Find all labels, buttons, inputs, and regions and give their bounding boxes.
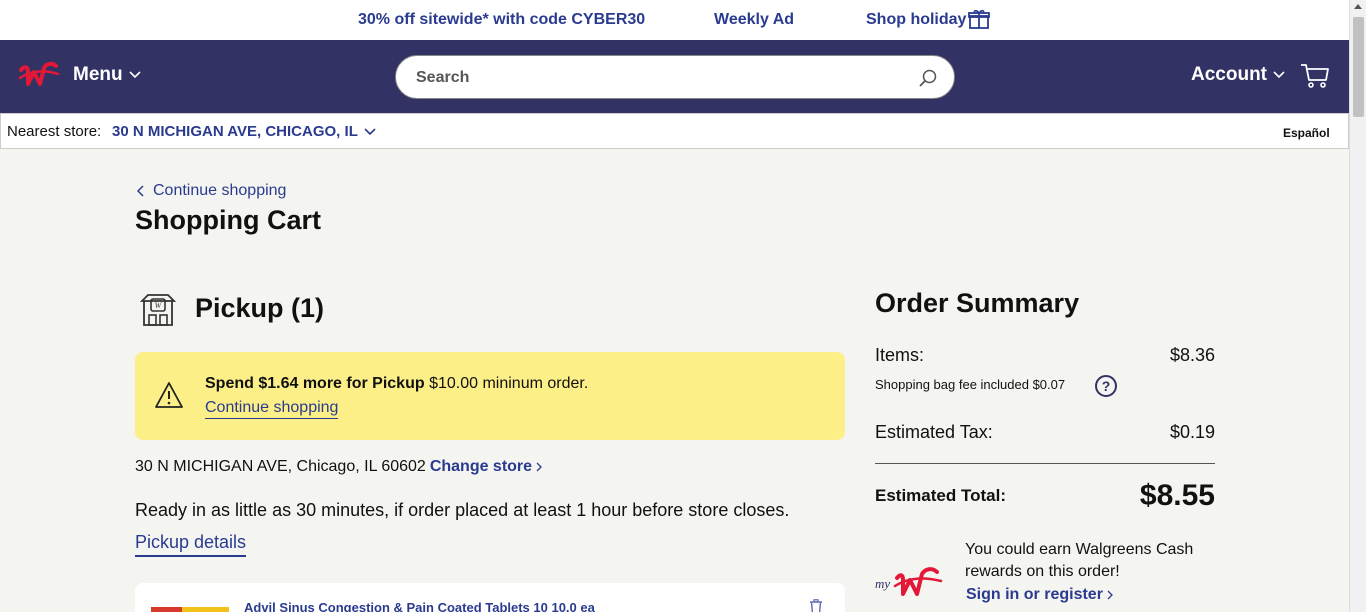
nearest-store-name: 30 N MICHIGAN AVE, CHICAGO, IL xyxy=(112,123,358,140)
tax-value: $0.19 xyxy=(1169,422,1215,442)
chevron-right-icon xyxy=(536,462,542,472)
page-scrollbar[interactable] xyxy=(1349,0,1366,612)
account-label: Account xyxy=(1191,64,1267,85)
minimum-order-detail: $10.00 mininum order. xyxy=(424,375,589,392)
promo-bar: 30% off sitewide* with code CYBER30 Week… xyxy=(0,0,1349,40)
main-header: Menu Account xyxy=(0,40,1349,113)
pickup-store-address: 30 N MICHIGAN AVE, Chicago, IL 60602 Cha… xyxy=(135,458,543,476)
svg-text:W: W xyxy=(155,301,163,310)
svg-text:my: my xyxy=(875,576,890,591)
help-icon[interactable]: ? xyxy=(1095,375,1117,397)
product-name-link[interactable]: Advil Sinus Congestion & Pain Coated Tab… xyxy=(244,600,595,612)
summary-divider xyxy=(875,463,1215,464)
change-store-link[interactable]: Change store xyxy=(430,458,532,476)
warning-icon xyxy=(155,382,183,408)
sign-in-register-link[interactable]: Sign in or register xyxy=(966,586,1114,604)
language-toggle[interactable]: Español xyxy=(1283,126,1330,140)
estimated-tax-row: Estimated Tax: $0.19 xyxy=(875,422,1215,443)
minimum-order-message: Spend $1.64 more for Pickup $10.00 minin… xyxy=(205,375,588,393)
menu-button[interactable]: Menu xyxy=(73,64,141,86)
pickup-section-title: Pickup (1) xyxy=(195,293,325,323)
minimum-order-amount: Spend $1.64 more for Pickup xyxy=(205,375,425,392)
mywalgreens-logo: my xyxy=(875,567,943,596)
chevron-down-icon xyxy=(1273,71,1285,79)
scrollbar-thumb[interactable] xyxy=(1353,17,1364,117)
continue-shopping-label: Continue shopping xyxy=(153,182,287,199)
scroll-up-arrow[interactable] xyxy=(1354,4,1362,9)
sign-in-label: Sign in or register xyxy=(966,586,1103,603)
continue-shopping-link[interactable]: Continue shopping xyxy=(137,182,286,200)
minimum-order-notice: Spend $1.64 more for Pickup $10.00 minin… xyxy=(135,352,845,440)
nearest-store-bar: Nearest store: 30 N MICHIGAN AVE, CHICAG… xyxy=(0,113,1349,149)
items-subtotal-row: Items: $8.36 xyxy=(875,345,1215,366)
notice-continue-shopping-link[interactable]: Continue shopping xyxy=(205,399,339,419)
search-box xyxy=(395,55,955,99)
total-label: Estimated Total: xyxy=(875,486,1006,505)
tax-label: Estimated Tax: xyxy=(875,422,993,442)
menu-label: Menu xyxy=(73,64,123,85)
cart-item: Advil Sinus Congestion & Pain Coated Tab… xyxy=(135,583,845,612)
total-value: $8.55 xyxy=(1139,479,1215,512)
store-address-text: 30 N MICHIGAN AVE, Chicago, IL 60602 xyxy=(135,458,426,475)
chevron-right-icon xyxy=(1107,590,1113,600)
nearest-store-label: Nearest store: xyxy=(7,123,102,140)
product-image[interactable] xyxy=(151,607,229,612)
items-label: Items: xyxy=(875,345,925,365)
nearest-store-selector[interactable]: 30 N MICHIGAN AVE, CHICAGO, IL xyxy=(112,123,376,140)
page-title: Shopping Cart xyxy=(135,205,321,235)
order-summary-title: Order Summary xyxy=(875,288,1080,318)
chevron-down-icon xyxy=(129,71,141,79)
items-value: $8.36 xyxy=(1169,345,1215,365)
gift-icon[interactable] xyxy=(968,9,990,29)
promo-deal-link[interactable]: 30% off sitewide* with code CYBER30 xyxy=(358,11,645,29)
store-pickup-icon: W xyxy=(139,294,177,326)
chevron-left-icon xyxy=(137,185,144,197)
rewards-message: You could earn Walgreens Cash rewards on… xyxy=(965,541,1194,580)
walgreens-logo[interactable] xyxy=(18,58,60,94)
search-input[interactable] xyxy=(416,66,896,90)
cart-icon[interactable] xyxy=(1300,62,1330,90)
trash-icon[interactable] xyxy=(809,599,823,612)
account-button[interactable]: Account xyxy=(1191,64,1285,86)
pickup-ready-text: Ready in as little as 30 minutes, if ord… xyxy=(135,500,790,520)
pickup-details-link[interactable]: Pickup details xyxy=(135,532,247,557)
search-icon[interactable] xyxy=(918,68,938,88)
chevron-down-icon xyxy=(364,127,376,135)
bag-fee-text: Shopping bag fee included $0.07 xyxy=(875,377,1066,392)
weekly-ad-link[interactable]: Weekly Ad xyxy=(714,11,794,29)
shop-holiday-link[interactable]: Shop holiday xyxy=(866,11,966,29)
